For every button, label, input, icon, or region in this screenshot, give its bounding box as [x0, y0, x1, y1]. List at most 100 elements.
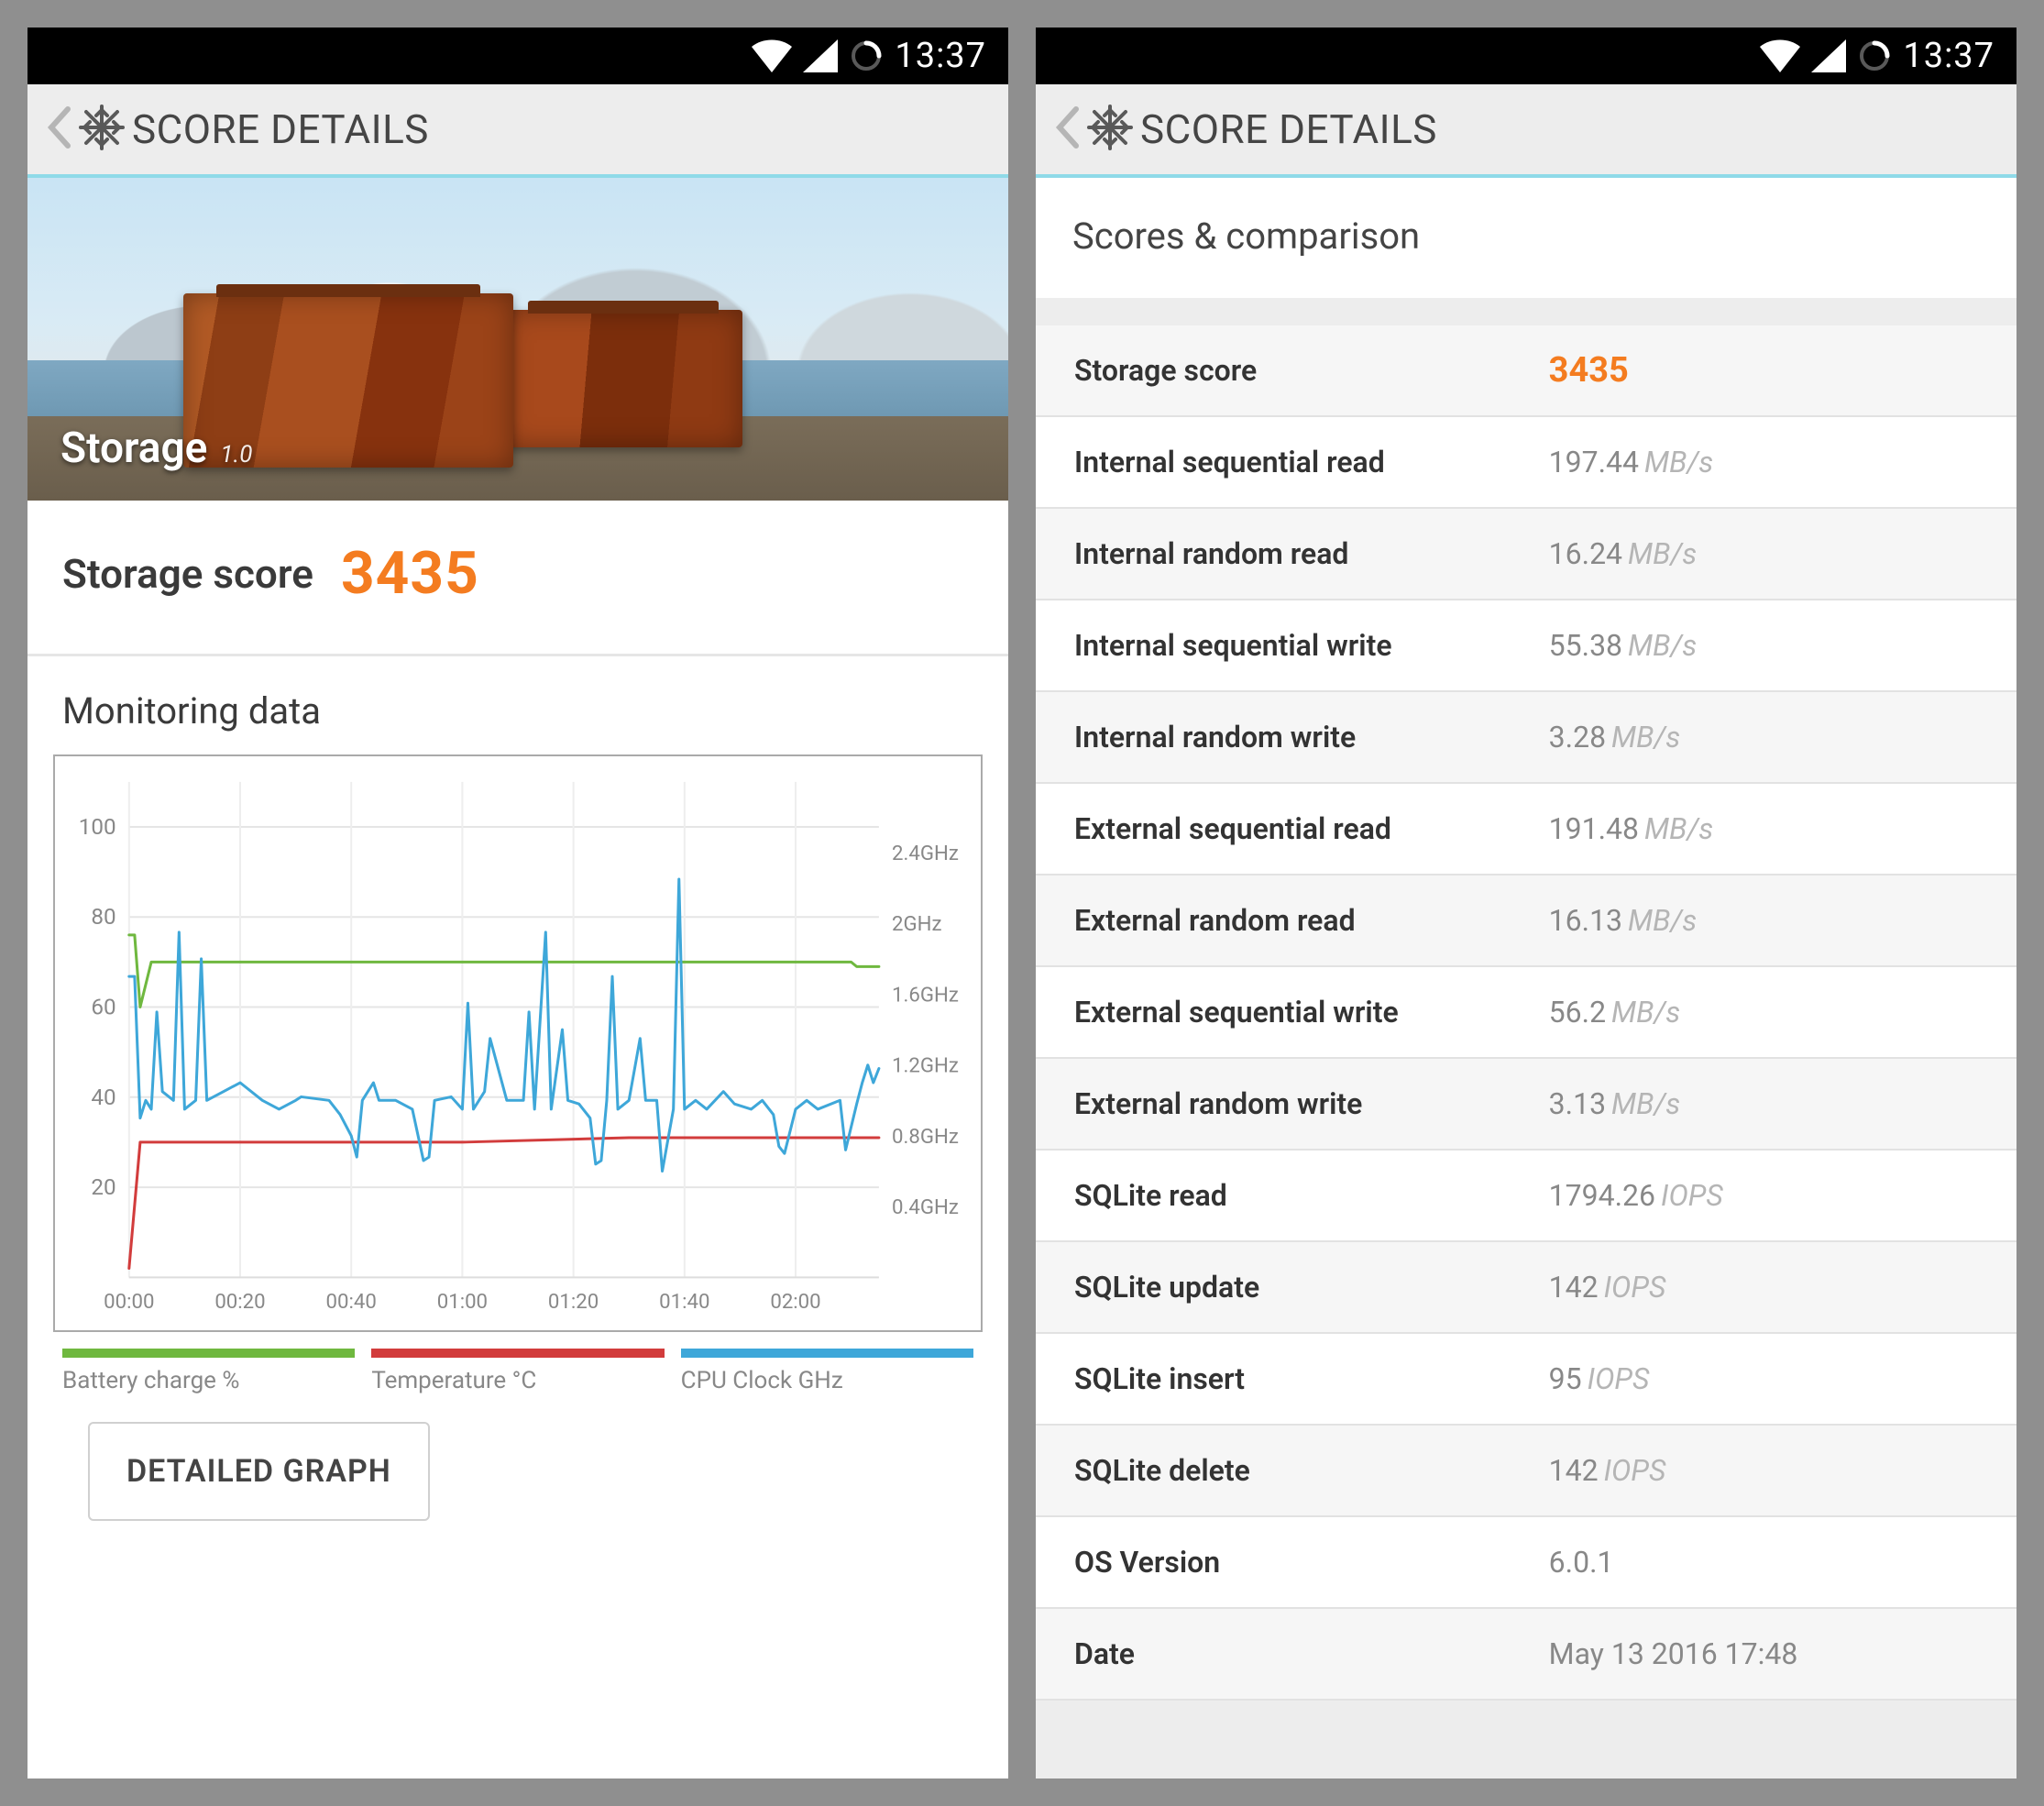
list-row: External sequential write56.2MB/s: [1036, 967, 2017, 1059]
scores-list[interactable]: Scores & comparison Storage score3435Int…: [1036, 178, 2017, 1778]
back-button[interactable]: [1052, 105, 1080, 153]
row-value: 16.24MB/s: [1549, 536, 1978, 571]
svg-text:00:40: 00:40: [326, 1291, 377, 1314]
row-label: External sequential write: [1074, 995, 1549, 1030]
snowflake-icon: [1085, 103, 1135, 156]
svg-text:01:20: 01:20: [548, 1291, 599, 1314]
svg-text:60: 60: [91, 995, 115, 1020]
svg-text:0.4GHz: 0.4GHz: [892, 1196, 959, 1219]
list-row: SQLite insert95IOPS: [1036, 1334, 2017, 1426]
list-row: External sequential read191.48MB/s: [1036, 784, 2017, 875]
row-label: OS Version: [1074, 1545, 1549, 1580]
list-row: Internal random write3.28MB/s: [1036, 692, 2017, 784]
row-label: Internal random write: [1074, 720, 1549, 754]
row-label: SQLite update: [1074, 1270, 1549, 1305]
row-label: SQLite delete: [1074, 1453, 1549, 1488]
svg-text:1.2GHz: 1.2GHz: [892, 1055, 959, 1078]
scores-section-title: Scores & comparison: [1036, 178, 2017, 298]
score-label: Storage score: [62, 550, 313, 598]
svg-text:80: 80: [91, 904, 115, 930]
row-value: 6.0.1: [1549, 1545, 1978, 1580]
svg-text:40: 40: [91, 1085, 115, 1110]
row-label: External random write: [1074, 1086, 1549, 1121]
svg-text:100: 100: [79, 814, 116, 840]
monitoring-title: Monitoring data: [27, 656, 1008, 754]
phone-left: 13:37 SCORE DETAILS Storage: [27, 28, 1008, 1778]
legend-cpu: CPU Clock GHz: [681, 1349, 973, 1394]
list-row: SQLite delete142IOPS: [1036, 1426, 2017, 1517]
row-label: Internal random read: [1074, 536, 1549, 571]
loading-ring-icon: [849, 39, 884, 73]
status-time: 13:37: [1903, 36, 1995, 76]
chart-svg: 204060801000.4GHz0.8GHz1.2GHz1.6GHz2GHz2…: [55, 756, 981, 1330]
row-value: 3.28MB/s: [1549, 720, 1978, 754]
legend-temperature: Temperature °C: [371, 1349, 664, 1394]
snowflake-icon: [77, 103, 126, 156]
wifi-icon: [1760, 39, 1800, 72]
row-label: Storage score: [1074, 353, 1549, 388]
legend-cpu-label: CPU Clock GHz: [681, 1367, 973, 1394]
row-value: 1794.26IOPS: [1549, 1178, 1978, 1213]
loading-ring-icon: [1857, 39, 1892, 73]
monitoring-chart: 204060801000.4GHz0.8GHz1.2GHz1.6GHz2GHz2…: [27, 754, 1008, 1578]
status-bar: 13:37: [27, 28, 1008, 84]
score-row: Storage score 3435: [27, 501, 1008, 656]
app-bar-title: SCORE DETAILS: [1140, 105, 1437, 153]
back-button[interactable]: [44, 105, 71, 153]
detailed-graph-button[interactable]: DETAILED GRAPH: [88, 1422, 430, 1521]
app-bar: SCORE DETAILS: [1036, 84, 2017, 178]
list-row: OS Version6.0.1: [1036, 1517, 2017, 1609]
phone-right: 13:37 SCORE DETAILS Scores & comparison …: [1036, 28, 2017, 1778]
list-row: SQLite update142IOPS: [1036, 1242, 2017, 1334]
legend-battery-label: Battery charge %: [62, 1367, 355, 1394]
svg-text:00:20: 00:20: [214, 1291, 265, 1314]
row-value: 16.13MB/s: [1549, 903, 1978, 938]
svg-text:2.4GHz: 2.4GHz: [892, 842, 959, 865]
score-value: 3435: [341, 539, 479, 608]
row-value: 142IOPS: [1549, 1453, 1978, 1488]
row-label: Internal sequential write: [1074, 628, 1549, 663]
app-bar: SCORE DETAILS: [27, 84, 1008, 178]
row-value: 197.44MB/s: [1549, 445, 1978, 479]
row-label: SQLite read: [1074, 1178, 1549, 1213]
svg-text:2GHz: 2GHz: [892, 913, 942, 936]
row-value: 3435: [1549, 350, 1978, 391]
status-bar: 13:37: [1036, 28, 2017, 84]
row-value: May 13 2016 17:48: [1549, 1636, 1978, 1671]
list-row: SQLite read1794.26IOPS: [1036, 1151, 2017, 1242]
status-time: 13:37: [895, 36, 986, 76]
signal-icon: [1811, 39, 1846, 72]
list-row: External random write3.13MB/s: [1036, 1059, 2017, 1151]
row-value: 142IOPS: [1549, 1270, 1978, 1305]
legend-battery: Battery charge %: [62, 1349, 355, 1394]
hero-version: 1.0: [220, 441, 252, 468]
list-row: Internal random read16.24MB/s: [1036, 509, 2017, 600]
list-row: Internal sequential write55.38MB/s: [1036, 600, 2017, 692]
row-label: Internal sequential read: [1074, 445, 1549, 479]
row-value: 191.48MB/s: [1549, 811, 1978, 846]
row-label: Date: [1074, 1636, 1549, 1671]
list-row: DateMay 13 2016 17:48: [1036, 1609, 2017, 1701]
signal-icon: [803, 39, 838, 72]
svg-text:0.8GHz: 0.8GHz: [892, 1126, 959, 1149]
list-row: Internal sequential read197.44MB/s: [1036, 417, 2017, 509]
row-value: 3.13MB/s: [1549, 1086, 1978, 1121]
svg-text:02:00: 02:00: [770, 1291, 820, 1314]
svg-text:1.6GHz: 1.6GHz: [892, 985, 959, 1008]
row-value: 55.38MB/s: [1549, 628, 1978, 663]
svg-text:01:40: 01:40: [659, 1291, 709, 1314]
list-row: Storage score3435: [1036, 325, 2017, 417]
svg-text:01:00: 01:00: [437, 1291, 488, 1314]
row-label: SQLite insert: [1074, 1361, 1549, 1396]
svg-text:00:00: 00:00: [104, 1291, 154, 1314]
hero-image: Storage 1.0: [27, 178, 1008, 501]
list-row: External random read16.13MB/s: [1036, 875, 2017, 967]
app-bar-title: SCORE DETAILS: [132, 105, 429, 153]
row-label: External random read: [1074, 903, 1549, 938]
hero-title: Storage: [60, 424, 207, 473]
chart-legend: Battery charge % Temperature °C CPU Cloc…: [53, 1332, 983, 1422]
wifi-icon: [752, 39, 792, 72]
row-value: 56.2MB/s: [1549, 995, 1978, 1030]
row-label: External sequential read: [1074, 811, 1549, 846]
row-value: 95IOPS: [1549, 1361, 1978, 1396]
